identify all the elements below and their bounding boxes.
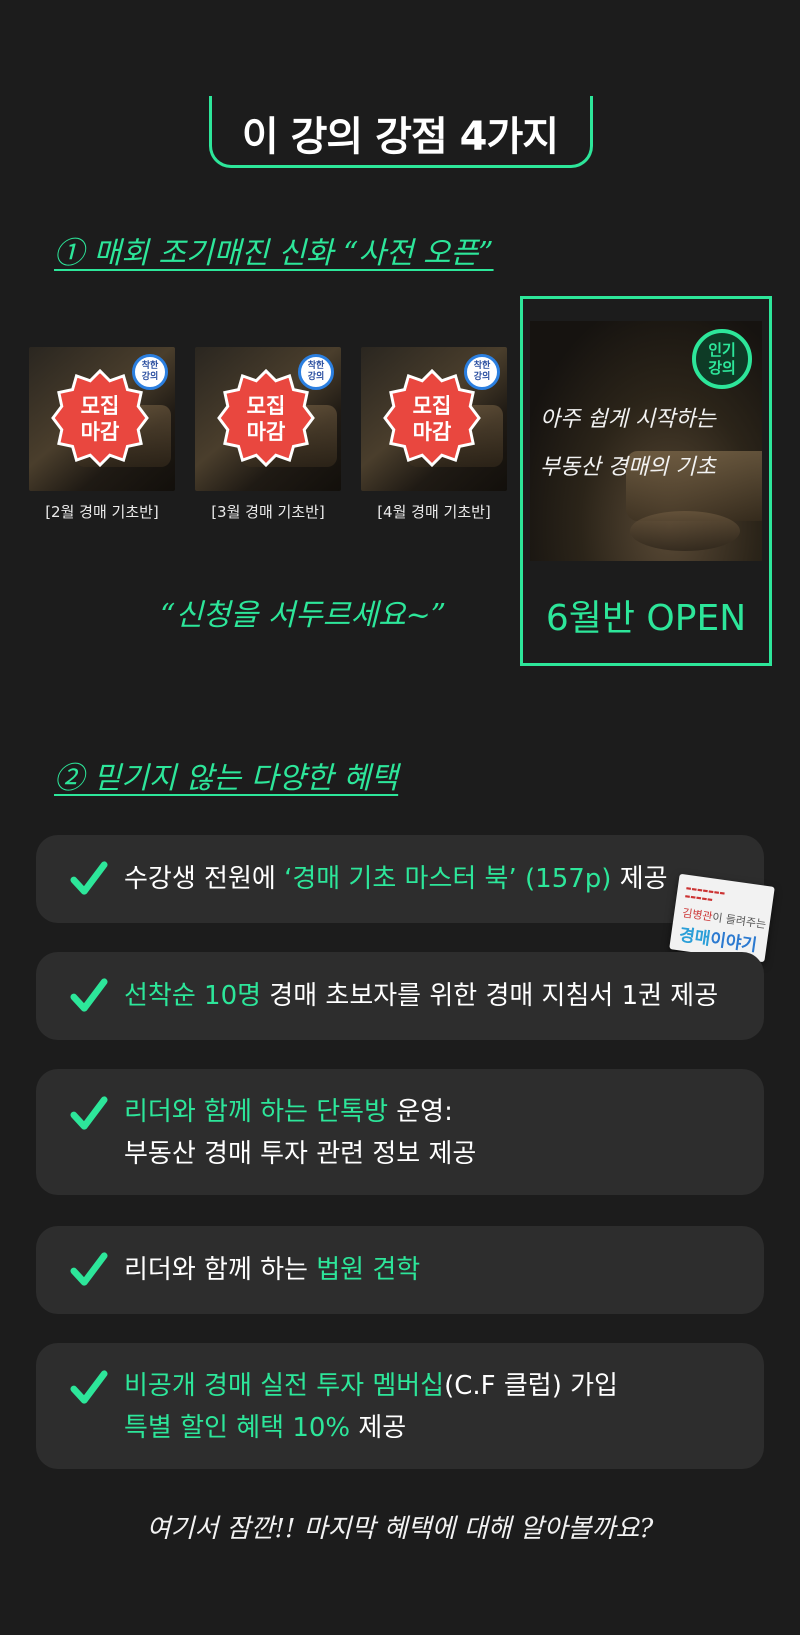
featured-line-2: 부동산 경매의 기초 xyxy=(540,455,716,480)
section-heading-early-open: ① 매회 조기매진 신화 “사전 오픈” xyxy=(54,236,494,271)
benefit-text: 비공개 경매 실전 투자 멤버십(C.F 클럽) 가입 특별 할인 혜택 10% … xyxy=(124,1371,618,1443)
popular-lecture-badge: 인기 강의 xyxy=(692,329,752,389)
benefit-card: 리더와 함께 하는 법원 견학 xyxy=(36,1226,764,1314)
check-icon xyxy=(70,861,108,895)
book-tagline: ▬▬▬▬▬▬▬ ▬▬▬▬▬ xyxy=(684,884,726,904)
section-heading-benefits: ② 믿기지 않는 다양한 혜택 xyxy=(54,761,399,796)
hurry-message: “신청을 서두르세요~” xyxy=(160,598,447,633)
closed-badge: 모집 마감 xyxy=(51,369,149,467)
benefit-card: 선착순 10명 경매 초보자를 위한 경매 지침서 1권 제공 xyxy=(36,952,764,1040)
closed-label-2: 마감 xyxy=(246,420,286,444)
check-icon xyxy=(70,1252,108,1286)
closed-badge: 모집 마감 xyxy=(383,369,481,467)
past-class-thumbnail: 착한 강의 모집 마감 xyxy=(195,347,341,491)
benefit-text: 리더와 함께 하는 단톡방 운영: 부동산 경매 투자 관련 정보 제공 xyxy=(124,1097,477,1169)
closed-label-2: 마감 xyxy=(80,420,120,444)
open-label: 6월반 OPEN xyxy=(545,598,747,639)
past-class-thumbnail: 착한 강의 모집 마감 xyxy=(361,347,507,491)
check-icon xyxy=(70,1096,108,1130)
past-class-caption: [4월 경매 기초반] xyxy=(377,503,491,521)
benefit-card: 비공개 경매 실전 투자 멤버십(C.F 클럽) 가입 특별 할인 혜택 10% … xyxy=(36,1343,764,1469)
book-image: ▬▬▬▬▬▬▬ ▬▬▬▬▬ 김병관이 들려주는 경매이야기 xyxy=(669,873,775,963)
benefit-card: 수강생 전원에 ‘경매 기초 마스터 북’ (157p) 제공 xyxy=(36,835,764,923)
featured-line-1: 아주 쉽게 시작하는 xyxy=(540,407,716,432)
closed-label-1: 모집 xyxy=(80,394,120,418)
check-icon xyxy=(70,978,108,1012)
benefit-card: 리더와 함께 하는 단톡방 운영: 부동산 경매 투자 관련 정보 제공 xyxy=(36,1069,764,1195)
closed-label-2: 마감 xyxy=(412,420,452,444)
gavel-base-image xyxy=(630,511,740,551)
benefit-text: 수강생 전원에 ‘경매 기초 마스터 북’ (157p) 제공 xyxy=(124,864,668,894)
closed-label-1: 모집 xyxy=(246,394,286,418)
benefit-text: 선착순 10명 경매 초보자를 위한 경매 지침서 1권 제공 xyxy=(124,981,719,1011)
past-class-thumbnail: 착한 강의 모집 마감 xyxy=(29,347,175,491)
benefit-text: 리더와 함께 하는 법원 견학 xyxy=(124,1255,421,1285)
past-class-caption: [2월 경매 기초반] xyxy=(45,503,159,521)
closed-label-1: 모집 xyxy=(412,394,452,418)
featured-class-card[interactable]: 아주 쉽게 시작하는 부동산 경매의 기초 인기 강의 6월반 OPEN xyxy=(520,296,772,666)
check-icon xyxy=(70,1370,108,1404)
page-title: 이 강의 강점 4가지 xyxy=(241,114,559,160)
teaser-text: 여기서 잠깐!! 마지막 혜택에 대해 알아볼까요? xyxy=(146,1514,654,1544)
past-class-caption: [3월 경매 기초반] xyxy=(211,503,325,521)
featured-class-image: 아주 쉽게 시작하는 부동산 경매의 기초 인기 강의 xyxy=(530,321,762,561)
closed-badge: 모집 마감 xyxy=(217,369,315,467)
